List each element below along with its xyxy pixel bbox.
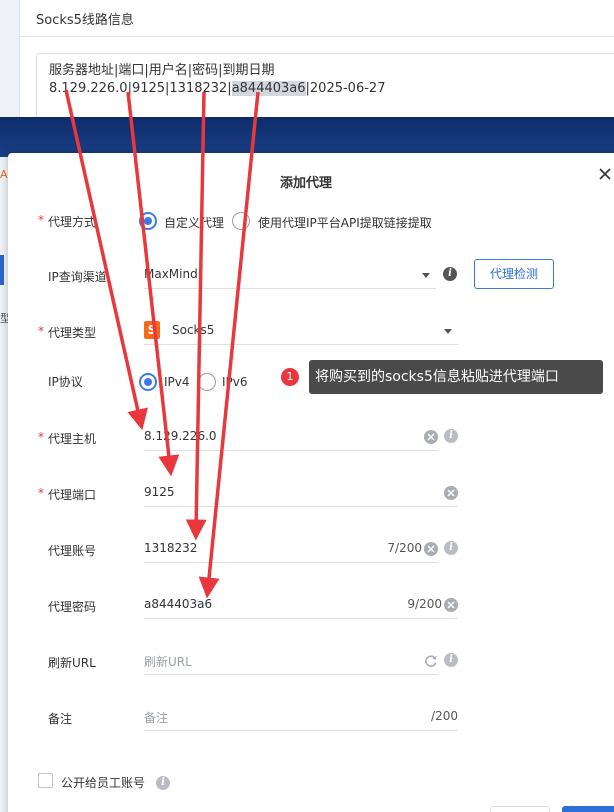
refresh-url-label: 刷新URL xyxy=(48,656,96,670)
info-icon[interactable]: i xyxy=(443,267,457,281)
clear-icon[interactable] xyxy=(424,430,438,444)
radio-ipv6[interactable] xyxy=(198,373,216,391)
proxy-account-label: 代理账号 xyxy=(48,544,97,558)
char-counter: 7/200 xyxy=(387,541,422,555)
chevron-down-icon xyxy=(422,273,430,278)
proxy-host-value: 8.129.226.0 xyxy=(144,429,217,443)
ip-channel-select[interactable]: MaxMind xyxy=(144,261,436,289)
radio-ipv4[interactable] xyxy=(139,373,157,391)
char-counter: 9/200 xyxy=(407,597,442,611)
remark-input[interactable]: 备注 /200 xyxy=(144,703,458,731)
clear-icon[interactable] xyxy=(444,486,458,500)
ip-channel-value: MaxMind xyxy=(144,267,198,281)
proxy-port-value: 9125 xyxy=(144,485,175,499)
remark-placeholder: 备注 xyxy=(144,711,169,725)
required-mark: * xyxy=(38,430,44,444)
side-fragment-text: A xyxy=(0,168,8,181)
radio-custom-proxy-label: 自定义代理 xyxy=(164,216,225,230)
radio-api-extract-label: 使用代理IP平台API提取链接提取 xyxy=(258,216,432,230)
radio-api-extract[interactable] xyxy=(232,212,250,230)
info-icon[interactable]: i xyxy=(156,776,170,790)
public-to-staff-label: 公开给员工账号 xyxy=(61,776,146,790)
required-mark: * xyxy=(38,486,44,500)
proxy-type-label: 代理类型 xyxy=(48,326,97,340)
info-header-line: 服务器地址|端口|用户名|密码|到期日期 xyxy=(49,63,275,78)
info-value-line: 8.129.226.0|9125|1318232|a844403a6|2025-… xyxy=(49,81,386,96)
chevron-down-icon xyxy=(444,329,452,334)
add-proxy-dialog: 添加代理 * 代理方式 自定义代理 使用代理IP平台API提取链接提取 IP查询… xyxy=(8,153,614,812)
info-icon[interactable]: i xyxy=(444,541,458,555)
proxy-account-input[interactable]: 1318232 7/200 xyxy=(144,535,438,563)
required-mark: * xyxy=(38,213,44,227)
info-icon[interactable]: i xyxy=(444,653,458,667)
close-icon[interactable] xyxy=(598,167,612,181)
overlay-header-band xyxy=(0,117,614,157)
proxy-type-value: Socks5 xyxy=(172,323,215,337)
info-icon[interactable]: i xyxy=(444,429,458,443)
ip-protocol-label: IP协议 xyxy=(48,375,83,389)
char-counter: /200 xyxy=(431,709,458,723)
radio-custom-proxy[interactable] xyxy=(139,212,157,230)
proxy-password-input[interactable]: a844403a6 9/200 xyxy=(144,591,458,619)
section-title: Socks5线路信息 xyxy=(36,13,134,28)
socks5-logo-icon: S xyxy=(144,321,160,339)
proxy-port-input[interactable]: 9125 xyxy=(144,479,458,507)
refresh-icon[interactable] xyxy=(424,654,438,668)
clear-icon[interactable] xyxy=(444,598,458,612)
remark-label: 备注 xyxy=(48,712,73,726)
dialog-title: 添加代理 xyxy=(280,176,333,191)
radio-ipv6-label: IPv6 xyxy=(222,375,248,389)
proxy-host-label: 代理主机 xyxy=(48,432,97,446)
cancel-button[interactable] xyxy=(490,806,550,812)
confirm-button[interactable] xyxy=(562,806,614,812)
proxy-password-label: 代理密码 xyxy=(48,600,97,614)
radio-ipv4-label: IPv4 xyxy=(164,375,190,389)
proxy-type-select[interactable]: S Socks5 xyxy=(144,317,458,345)
proxy-host-input[interactable]: 8.129.226.0 xyxy=(144,423,438,451)
section-divider xyxy=(20,36,614,37)
refresh-url-input[interactable]: 刷新URL xyxy=(144,647,438,675)
selected-password-text: a844403a6 xyxy=(231,81,306,96)
proxy-account-value: 1318232 xyxy=(144,541,198,555)
side-active-tab-marker xyxy=(0,255,4,285)
annotation-tooltip: 将购买到的socks5信息粘贴进代理端口 xyxy=(309,360,603,394)
public-to-staff-checkbox[interactable] xyxy=(38,773,53,788)
step-badge: 1 xyxy=(281,368,299,386)
required-mark: * xyxy=(38,324,44,338)
proxy-check-button[interactable]: 代理检测 xyxy=(474,259,554,289)
clear-icon[interactable] xyxy=(424,542,438,556)
proxy-password-value: a844403a6 xyxy=(144,597,213,611)
refresh-url-placeholder: 刷新URL xyxy=(144,655,192,669)
proxy-mode-label: 代理方式 xyxy=(48,215,97,229)
proxy-port-label: 代理端口 xyxy=(48,488,97,502)
ip-channel-label: IP查询渠道 xyxy=(48,270,107,284)
